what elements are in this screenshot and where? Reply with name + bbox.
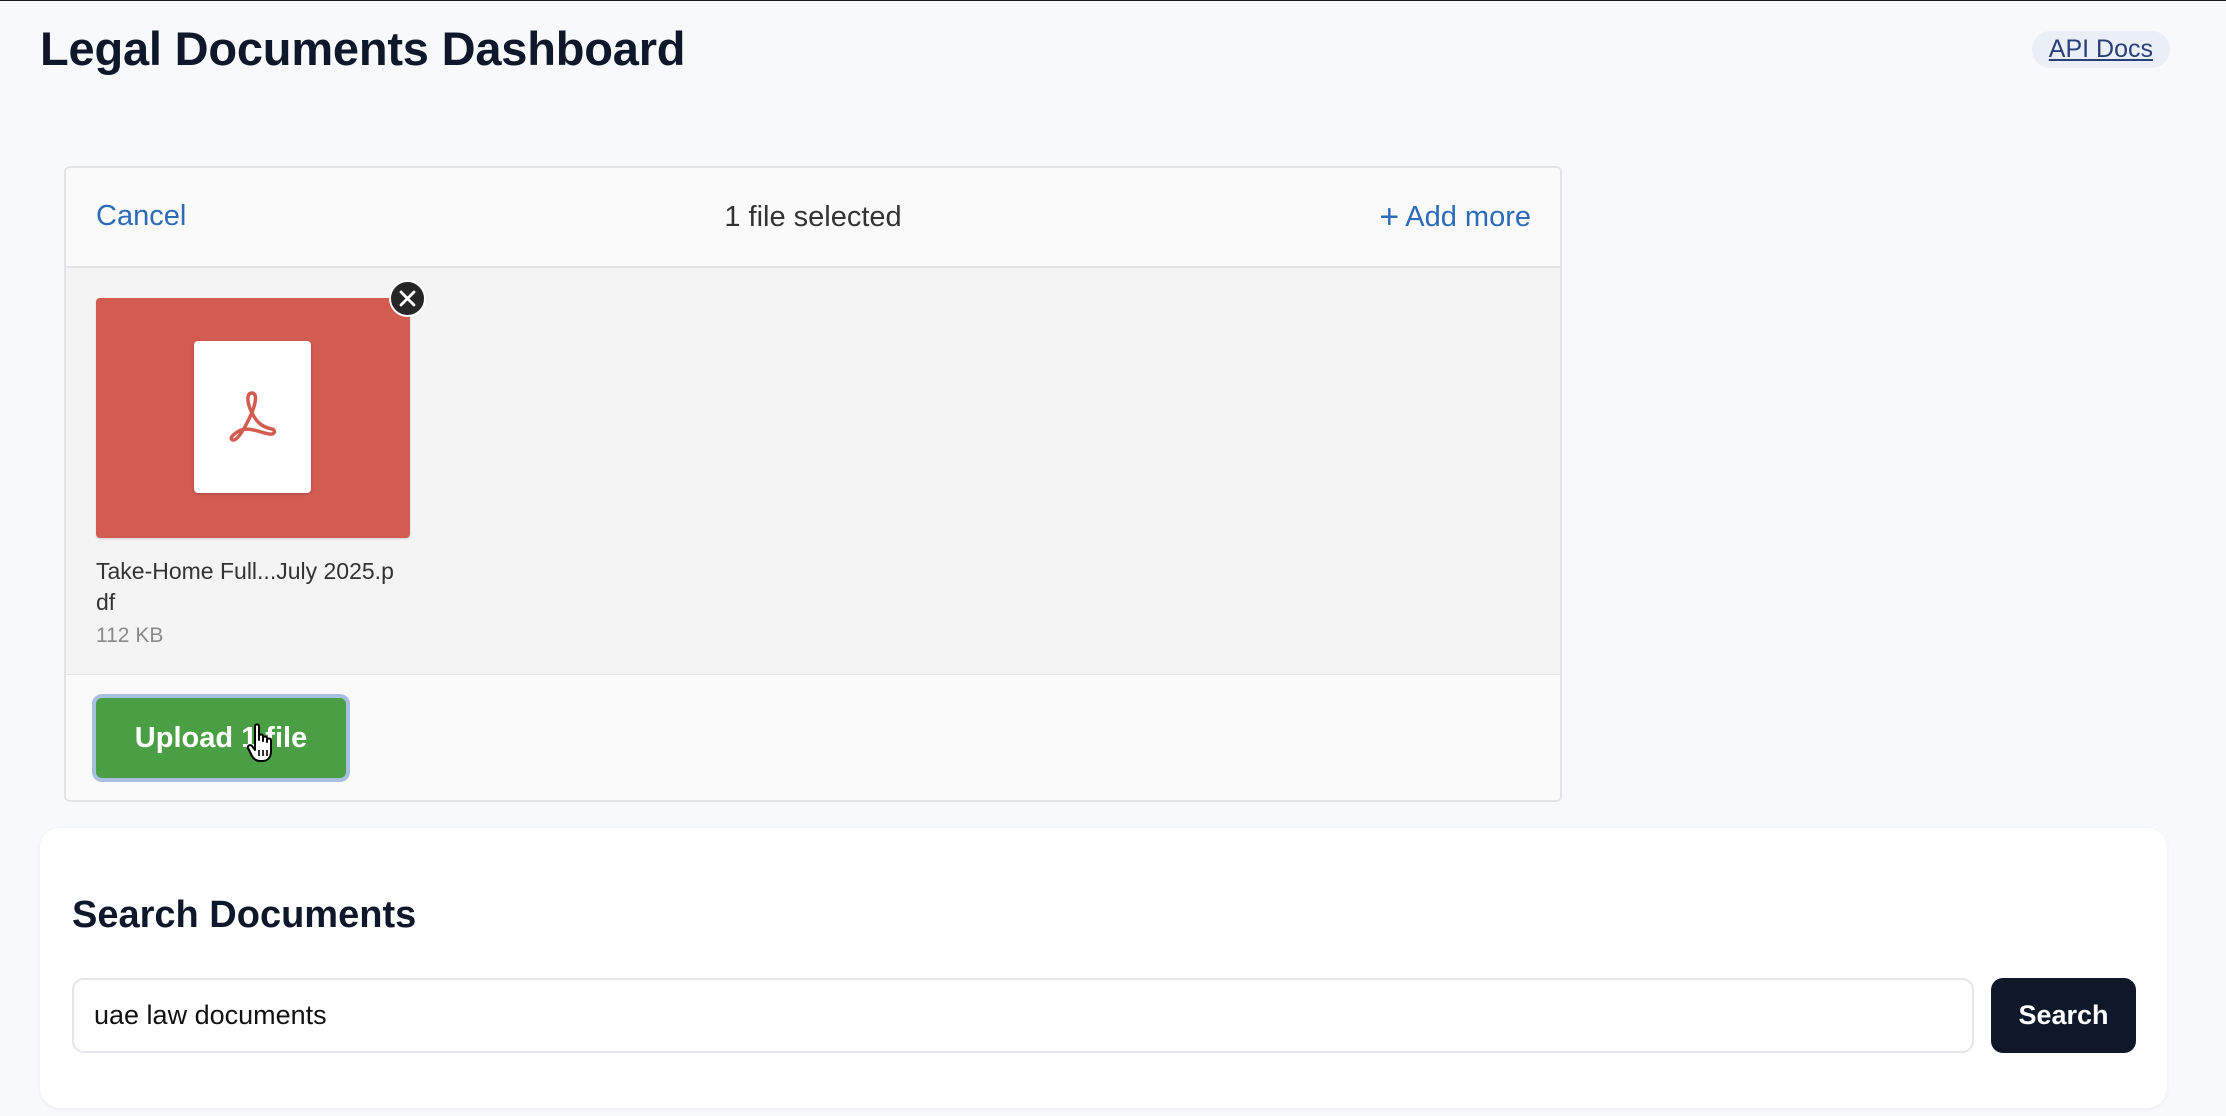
- search-input[interactable]: [72, 978, 1974, 1053]
- file-page: [194, 341, 311, 493]
- file-name: Take-Home Full...July 2025.pdf: [96, 558, 394, 615]
- api-docs-link[interactable]: API Docs: [2031, 31, 2170, 68]
- upload-button[interactable]: Upload 1 file: [96, 698, 346, 778]
- file-thumbnail: [96, 280, 426, 538]
- file-uploader-panel: Cancel 1 file selected + Add more Take-Ho…: [64, 166, 1562, 802]
- close-icon: [399, 290, 416, 307]
- plus-icon: +: [1379, 198, 1400, 236]
- uploader-header: Cancel 1 file selected + Add more: [66, 168, 1560, 268]
- add-more-button[interactable]: + Add more: [1379, 198, 1531, 237]
- search-button[interactable]: Search: [1991, 978, 2136, 1053]
- uploader-footer: Upload 1 file: [66, 675, 1560, 800]
- selected-files-count: 1 file selected: [724, 201, 902, 233]
- uploader-file-list: Take-Home Full...July 2025.pdf 112 KB: [66, 268, 1560, 676]
- add-more-label: Add more: [1405, 201, 1531, 233]
- file-size: 112 KB: [96, 624, 164, 647]
- search-section-title: Search Documents: [72, 894, 417, 936]
- file-item: Take-Home Full...July 2025.pdf 112 KB: [96, 280, 426, 648]
- search-card: Search Documents Search: [40, 828, 2167, 1108]
- remove-file-button[interactable]: [389, 280, 426, 317]
- page-title: Legal Documents Dashboard: [40, 22, 686, 75]
- pdf-icon: [229, 391, 277, 442]
